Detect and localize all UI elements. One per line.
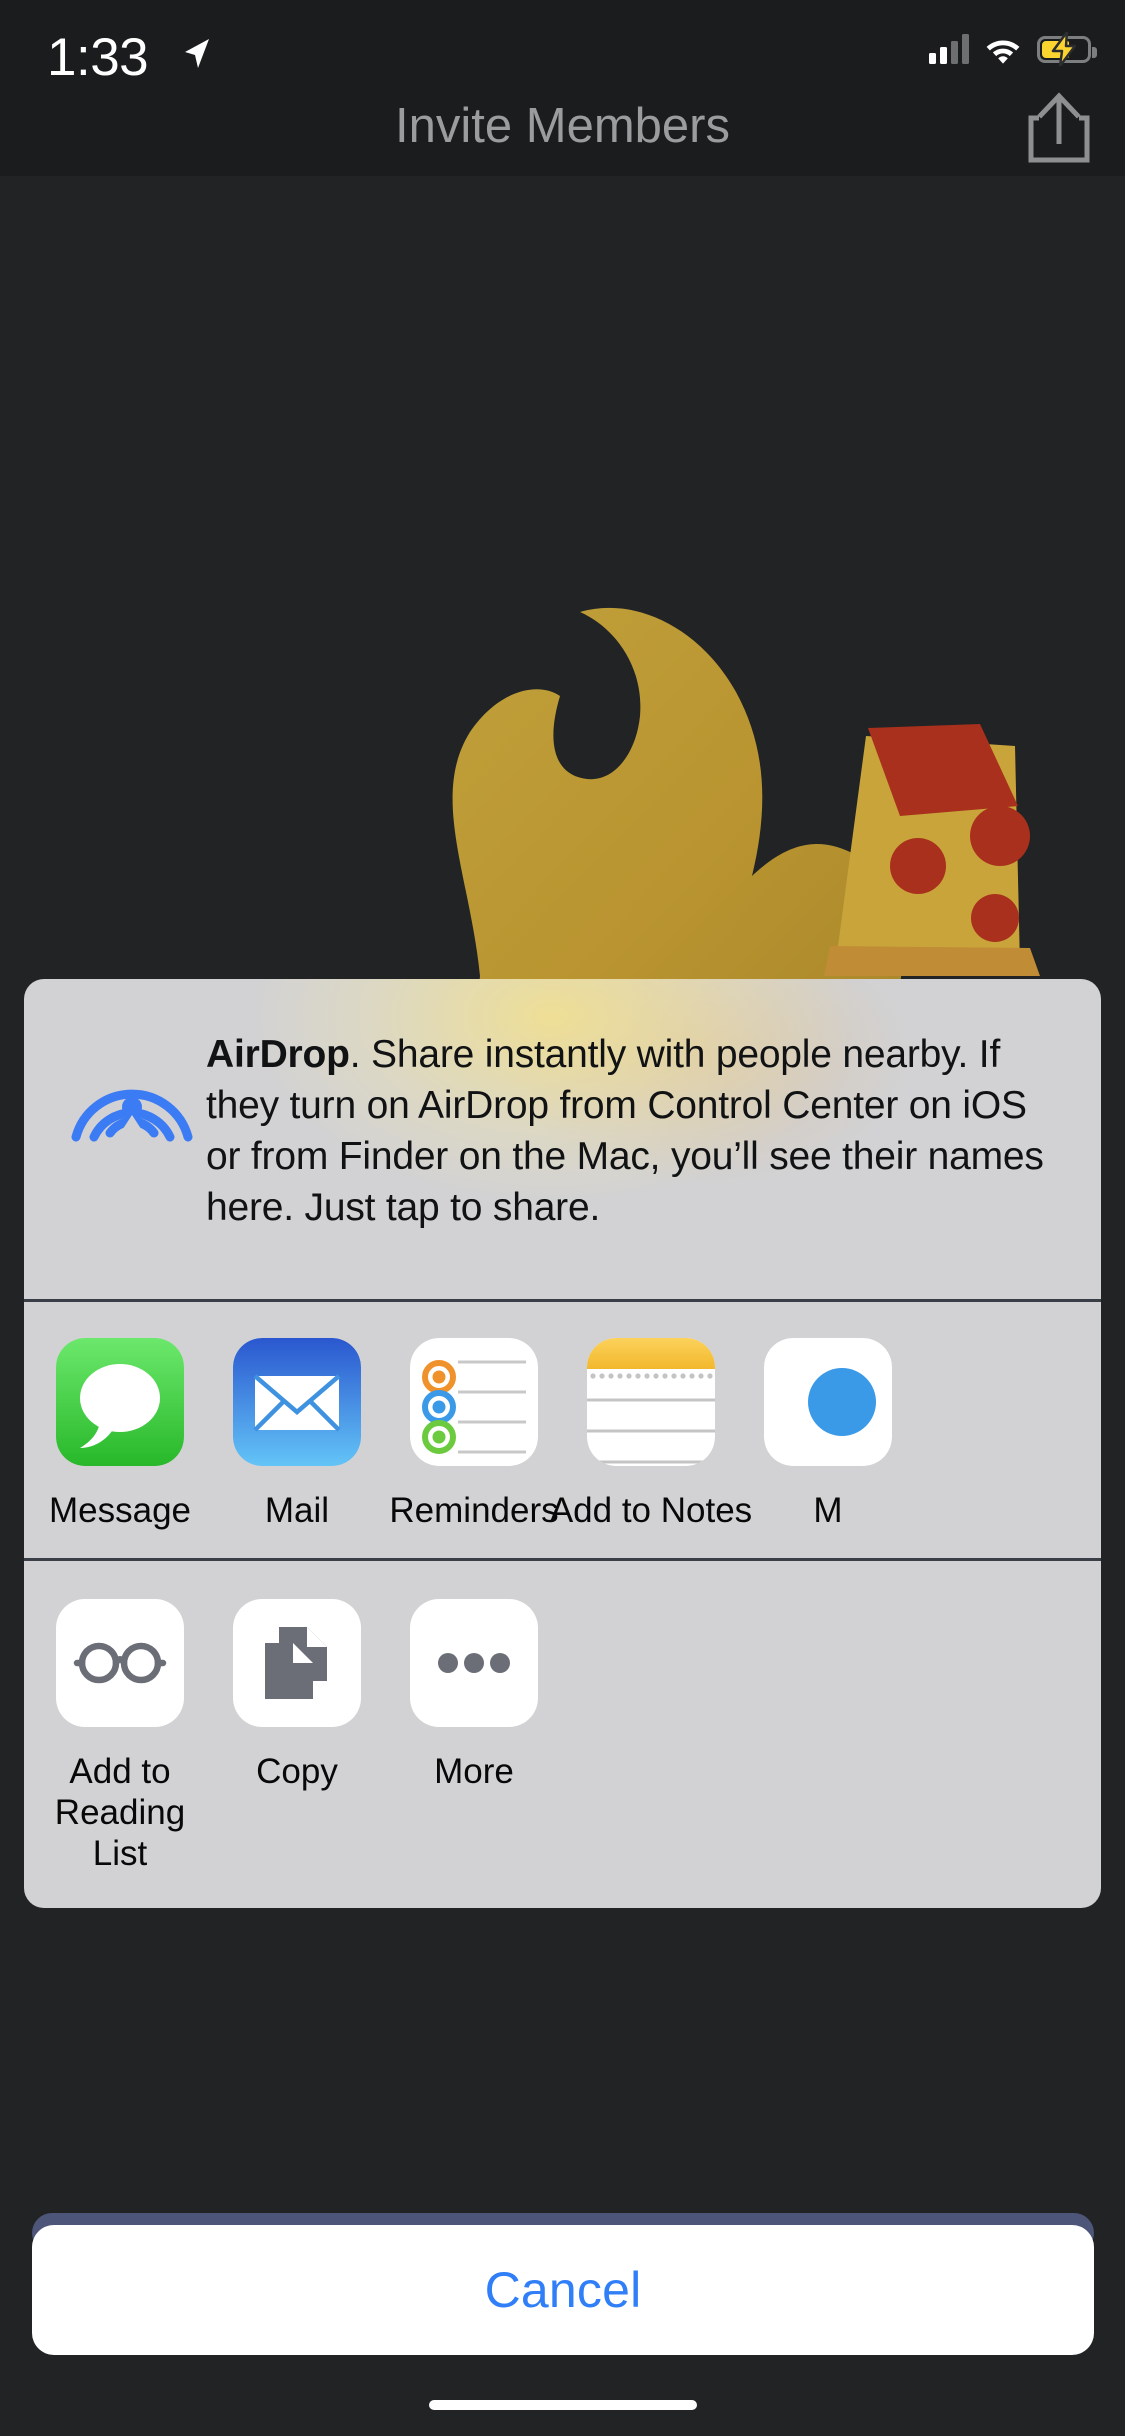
glasses-icon <box>56 1599 184 1727</box>
share-icon[interactable] <box>1023 90 1095 166</box>
airdrop-title: AirDrop <box>206 1033 350 1076</box>
copy-documents-icon <box>233 1599 361 1727</box>
airdrop-description: AirDrop. Share instantly with people nea… <box>206 1025 1067 1233</box>
cancel-button[interactable]: Cancel <box>32 2225 1094 2355</box>
share-app-label: Reminders <box>389 1491 559 1530</box>
share-app-label: Message <box>48 1491 192 1530</box>
messages-icon <box>56 1338 184 1466</box>
share-action-copy[interactable]: Copy <box>216 1599 378 1792</box>
notes-icon <box>587 1338 715 1466</box>
share-sheet: AirDrop. Share instantly with people nea… <box>24 979 1101 1908</box>
share-action-label: Copy <box>256 1752 338 1791</box>
battery-charging-icon <box>1037 32 1097 66</box>
share-apps-scroll[interactable]: Message Mail Reminders Add to Notes M <box>24 1338 1101 1532</box>
share-app-partial[interactable]: M <box>747 1338 909 1532</box>
partial-app-icon <box>764 1338 892 1466</box>
share-action-label: More <box>434 1752 514 1791</box>
share-app-mail[interactable]: Mail <box>216 1338 378 1532</box>
more-ellipsis-icon <box>410 1599 538 1727</box>
status-bar-time: 1:33 <box>47 28 149 87</box>
page-title: Invite Members <box>395 99 730 153</box>
reminders-icon <box>410 1338 538 1466</box>
share-action-more[interactable]: More <box>393 1599 555 1792</box>
share-app-label: Add to Notes <box>549 1491 753 1530</box>
home-indicator[interactable] <box>428 2400 697 2410</box>
wifi-icon <box>986 40 1020 64</box>
share-action-reading-list[interactable]: Add to Reading List <box>39 1599 201 1874</box>
share-app-notes[interactable]: Add to Notes <box>550 1338 752 1532</box>
cancel-button-label: Cancel <box>484 2262 642 2318</box>
iphone-screen: 1:33 Invite Members AirDrop. Share insta… <box>0 0 1125 2436</box>
share-action-label: Add to Reading List <box>54 1752 186 1873</box>
mail-icon <box>233 1338 361 1466</box>
share-app-message[interactable]: Message <box>39 1338 201 1532</box>
share-app-label: M <box>813 1491 843 1530</box>
share-apps-row: Message Mail Reminders Add to Notes M <box>24 1302 1101 1558</box>
airdrop-icon-wrap <box>58 1025 206 1233</box>
airdrop-icon <box>71 1089 193 1161</box>
share-app-reminders[interactable]: Reminders <box>389 1338 559 1532</box>
location-arrow-icon <box>185 39 209 68</box>
share-actions-scroll[interactable]: Add to Reading List Copy More <box>24 1599 1101 1874</box>
share-actions-row: Add to Reading List Copy More <box>24 1561 1101 1908</box>
navigation-bar: Invite Members <box>0 92 1125 176</box>
cellular-signal-icon <box>929 34 969 64</box>
airdrop-section[interactable]: AirDrop. Share instantly with people nea… <box>24 979 1101 1299</box>
status-bar-indicators <box>929 32 1097 66</box>
share-app-label: Mail <box>264 1491 330 1530</box>
